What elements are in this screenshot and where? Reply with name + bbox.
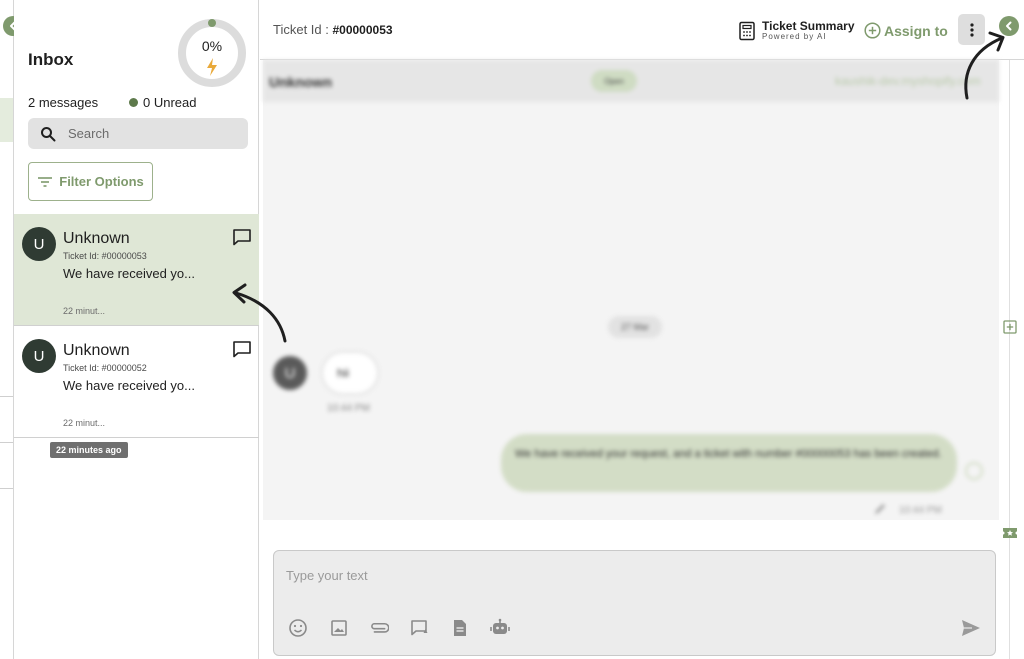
message-status-icon (965, 462, 983, 480)
unread-dot-icon (129, 98, 138, 107)
inbox-panel: Inbox 0% 2 messages 0 Unread Search Filt… (14, 0, 259, 659)
edge-divider (0, 442, 13, 443)
image-icon[interactable] (329, 618, 349, 638)
kebab-menu-icon (969, 22, 974, 37)
chat-contact-bar: Unknown Open kaushik-dev.myshopify.com (263, 60, 999, 102)
search-icon (41, 126, 56, 141)
ticket-summary-button[interactable]: Ticket Summary Powered by AI (738, 20, 855, 42)
date-separator: 27 Mar (608, 316, 662, 338)
chevron-left-icon (1006, 21, 1012, 31)
assign-to-button[interactable]: Assign to (864, 22, 948, 39)
chat-area: Unknown Open kaushik-dev.myshopify.com 2… (263, 60, 999, 520)
send-icon[interactable] (960, 618, 982, 638)
progress-value: 0% (201, 38, 223, 54)
composer-placeholder: Type your text (286, 568, 368, 583)
ticket-header: Ticket Id : #00000053 Ticket Summary Pow… (260, 0, 1024, 60)
quick-reply-icon[interactable] (410, 618, 430, 638)
avatar: U (22, 339, 56, 373)
edge-highlight (0, 98, 13, 142)
right-edge-divider (1009, 60, 1010, 659)
calculator-icon (739, 21, 755, 41)
time-tooltip: 22 minutes ago (50, 442, 128, 458)
unread-label: 0 Unread (143, 95, 197, 110)
ticket-time: 22 minut... (63, 418, 106, 428)
chat-bubble-icon (233, 341, 251, 358)
avatar: U (273, 356, 307, 390)
ticket-preview: We have received yo... (63, 378, 195, 393)
document-icon[interactable] (450, 618, 470, 638)
plus-circle-icon (864, 22, 881, 39)
ticket-id-value: #00000053 (332, 23, 393, 37)
chat-bubble-icon (233, 229, 251, 246)
emoji-icon[interactable] (288, 618, 308, 638)
collapse-right-button[interactable] (999, 16, 1019, 36)
search-placeholder: Search (68, 126, 110, 141)
outgoing-message: We have received your request, and a tic… (501, 434, 957, 492)
message-count: 2 messages (28, 95, 99, 110)
left-edge-strip (0, 0, 14, 659)
app-root: Inbox 0% 2 messages 0 Unread Search Filt… (0, 0, 1024, 659)
avatar: U (22, 227, 56, 261)
more-options-button[interactable] (958, 14, 985, 45)
ticket-contact-name: Unknown (63, 342, 130, 359)
ticket-time: 22 minut... (63, 306, 106, 316)
ticket-contact-name: Unknown (63, 230, 130, 247)
ticket-summary-text: Ticket Summary Powered by AI (762, 20, 855, 42)
filter-options-label: Filter Options (59, 174, 144, 189)
incoming-message-time: 10:44 PM (327, 403, 370, 414)
ticket-summary-subtitle: Powered by AI (762, 32, 827, 41)
ticket-list-item[interactable]: U Unknown Ticket Id: #00000052 We have r… (14, 326, 259, 438)
bot-icon[interactable] (490, 618, 510, 638)
message-composer[interactable]: Type your text (273, 550, 996, 656)
ticket-id: Ticket Id: #00000052 (63, 363, 147, 373)
assign-to-label: Assign to (884, 22, 948, 39)
outgoing-message-time: 10:44 PM (899, 505, 942, 516)
edge-divider (0, 396, 13, 397)
inbox-title: Inbox (28, 50, 74, 69)
add-box-icon[interactable] (1003, 320, 1017, 334)
incoming-message: hii (321, 351, 379, 395)
filter-options-button[interactable]: Filter Options (28, 162, 153, 201)
attachment-icon[interactable] (369, 618, 389, 638)
lightning-icon (207, 58, 217, 76)
chat-contact-name: Unknown (269, 74, 332, 90)
ticket-id-label: Ticket Id : (273, 22, 333, 37)
progress-gauge-marker (208, 19, 216, 27)
pencil-icon (875, 504, 885, 514)
search-input[interactable]: Search (28, 118, 248, 149)
filter-icon (38, 176, 53, 187)
chat-blurred-content: Unknown Open kaushik-dev.myshopify.com 2… (263, 60, 999, 520)
unread-count: 0 Unread (129, 95, 196, 110)
edge-divider (0, 488, 13, 489)
ticket-summary-title: Ticket Summary (762, 19, 855, 33)
ticket-preview: We have received yo... (63, 266, 195, 281)
header-ticket-id: Ticket Id : #00000053 (273, 22, 393, 37)
ticket-id: Ticket Id: #00000053 (63, 251, 147, 261)
status-badge: Open (591, 70, 637, 92)
ticket-list-item[interactable]: U Unknown Ticket Id: #00000053 We have r… (14, 214, 259, 326)
shop-domain: kaushik-dev.myshopify.com (835, 74, 981, 88)
ticket-star-icon[interactable] (1002, 526, 1018, 540)
